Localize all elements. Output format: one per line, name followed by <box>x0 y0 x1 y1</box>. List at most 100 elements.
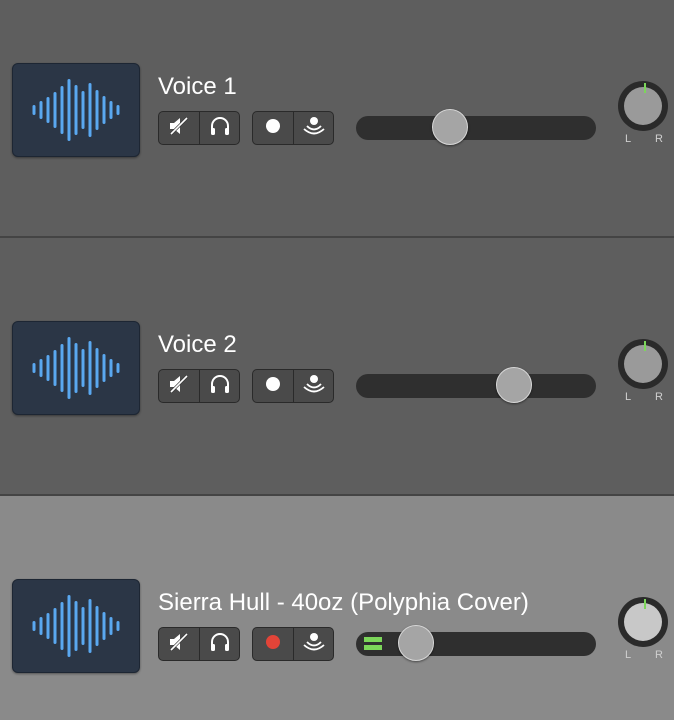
pan-left-label: L <box>625 133 632 143</box>
record-enable-button[interactable] <box>253 112 293 144</box>
pan-indicator <box>644 83 646 93</box>
waveform-bar <box>46 355 50 381</box>
record-enable-button[interactable] <box>253 628 293 660</box>
waveform-bar <box>74 85 78 135</box>
mute-solo-group <box>158 627 240 661</box>
record-dot-icon <box>265 634 281 655</box>
waveform-bar <box>39 617 43 635</box>
track-name[interactable]: Voice 1 <box>158 73 237 101</box>
speaker-mute-icon <box>167 631 191 658</box>
waveform-bar <box>88 599 92 653</box>
waveform-bar <box>81 91 85 129</box>
waveform-bar <box>32 621 36 631</box>
waveform-bar <box>39 359 43 377</box>
waveform-bar <box>67 337 71 399</box>
waveform-bar <box>53 608 57 644</box>
waveform-bar <box>46 613 50 639</box>
speaker-mute-icon <box>167 373 191 400</box>
input-monitor-icon <box>301 631 327 658</box>
waveform-bar <box>109 101 113 119</box>
waveform-bar <box>88 83 92 137</box>
waveform-icon <box>32 337 120 399</box>
mute-solo-group <box>158 369 240 403</box>
waveform-bar <box>60 344 64 392</box>
volume-slider[interactable] <box>356 109 596 145</box>
waveform-bar <box>102 354 106 382</box>
waveform-bar <box>95 606 99 646</box>
input-monitoring-button[interactable] <box>293 628 333 660</box>
pan-right-label: R <box>655 391 663 401</box>
record-dot-icon <box>265 118 281 139</box>
headphones-icon <box>208 114 232 143</box>
track-name[interactable]: Sierra Hull - 40oz (Polyphia Cover) <box>158 589 529 617</box>
waveform-bar <box>67 595 71 657</box>
waveform-bar <box>74 601 78 651</box>
waveform-bar <box>60 86 64 134</box>
speaker-mute-icon <box>167 115 191 142</box>
track-row[interactable]: Sierra Hull - 40oz (Polyphia Cover) L R <box>0 496 674 720</box>
mute-solo-group <box>158 111 240 145</box>
headphones-icon <box>208 630 232 659</box>
track-row[interactable]: Voice 2 L R <box>0 238 674 496</box>
input-monitoring-button[interactable] <box>293 112 333 144</box>
headphones-icon <box>208 372 232 401</box>
record-monitor-group <box>252 627 334 661</box>
waveform-bar <box>67 79 71 141</box>
waveform-bar <box>116 621 120 631</box>
pan-indicator <box>644 599 646 609</box>
pan-left-label: L <box>625 649 632 659</box>
waveform-bar <box>102 96 106 124</box>
waveform-bar <box>109 617 113 635</box>
waveform-bar <box>88 341 92 395</box>
pan-left-label: L <box>625 391 632 401</box>
waveform-bar <box>109 359 113 377</box>
waveform-icon <box>32 595 120 657</box>
waveform-bar <box>32 105 36 115</box>
waveform-bar <box>81 607 85 645</box>
record-dot-icon <box>265 376 281 397</box>
pan-knob[interactable]: L R <box>616 339 674 401</box>
waveform-bar <box>53 350 57 386</box>
volume-slider-thumb[interactable] <box>496 367 533 403</box>
waveform-bar <box>116 363 120 373</box>
mute-button[interactable] <box>159 370 199 402</box>
pan-right-label: R <box>655 649 663 659</box>
record-monitor-group <box>252 111 334 145</box>
mute-button[interactable] <box>159 628 199 660</box>
solo-button[interactable] <box>199 370 239 402</box>
solo-button[interactable] <box>199 112 239 144</box>
track-row[interactable]: Voice 1 L R <box>0 0 674 238</box>
pan-indicator <box>644 341 646 351</box>
track-icon[interactable] <box>12 321 140 415</box>
waveform-bar <box>95 348 99 388</box>
track-name[interactable]: Voice 2 <box>158 331 237 359</box>
record-enable-button[interactable] <box>253 370 293 402</box>
volume-slider[interactable] <box>356 625 596 661</box>
input-monitoring-button[interactable] <box>293 370 333 402</box>
track-icon[interactable] <box>12 579 140 673</box>
waveform-bar <box>74 343 78 393</box>
pan-right-label: R <box>655 133 663 143</box>
solo-button[interactable] <box>199 628 239 660</box>
level-meter <box>364 637 382 653</box>
volume-slider-thumb[interactable] <box>431 109 468 145</box>
track-icon[interactable] <box>12 63 140 157</box>
mute-button[interactable] <box>159 112 199 144</box>
waveform-bar <box>60 602 64 650</box>
waveform-bar <box>46 97 50 123</box>
waveform-bar <box>102 612 106 640</box>
input-monitor-icon <box>301 373 327 400</box>
volume-slider[interactable] <box>356 367 596 403</box>
waveform-bar <box>39 101 43 119</box>
waveform-bar <box>95 90 99 130</box>
pan-knob[interactable]: L R <box>616 81 674 143</box>
waveform-bar <box>53 92 57 128</box>
waveform-bar <box>81 349 85 387</box>
volume-slider-thumb[interactable] <box>398 625 434 661</box>
waveform-bar <box>32 363 36 373</box>
waveform-icon <box>32 79 120 141</box>
record-monitor-group <box>252 369 334 403</box>
waveform-bar <box>116 105 120 115</box>
pan-knob[interactable]: L R <box>616 597 674 659</box>
input-monitor-icon <box>301 115 327 142</box>
